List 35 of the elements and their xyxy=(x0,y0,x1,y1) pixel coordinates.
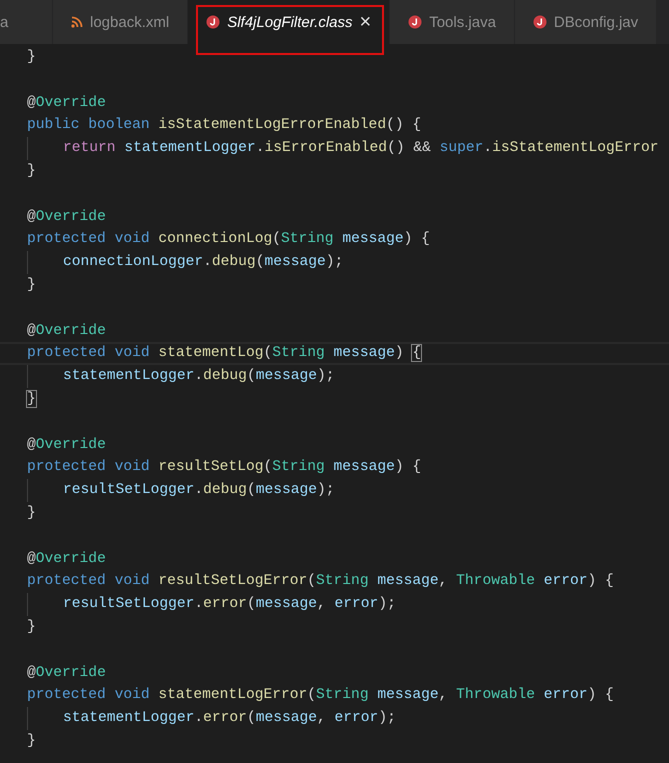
code-line: protected void connectionLog(String message) { xyxy=(26,230,431,250)
code-line: @Override xyxy=(26,94,107,113)
code-line: } xyxy=(26,618,37,637)
code-line: } xyxy=(26,162,37,181)
rss-feed-icon xyxy=(71,16,83,28)
code-line: @Override xyxy=(26,664,107,683)
code-line: @Override xyxy=(26,208,107,227)
editor-tab[interactable]: Slf4jLogFilter.class × xyxy=(188,0,390,44)
code-line: @Override xyxy=(26,436,107,455)
code-line: protected void statementLog(String message) { xyxy=(0,342,669,366)
java-file-icon xyxy=(532,15,547,29)
code-line: statementLogger.error(message, error); xyxy=(0,707,669,730)
code-line: protected void resultSetLog(String message) { xyxy=(26,458,422,478)
code-line: } xyxy=(26,48,37,67)
code-line: } xyxy=(26,732,37,751)
close-icon[interactable]: × xyxy=(360,12,372,32)
editor-tab[interactable]: Tools.java xyxy=(390,0,515,44)
code-line: resultSetLogger.debug(message); xyxy=(0,479,669,502)
code-line: protected void resultSetLogError(String message, Throwable error) { xyxy=(26,572,615,592)
editor-tab[interactable]: a xyxy=(0,0,53,44)
java-file-icon xyxy=(206,15,220,29)
code-line: } xyxy=(26,276,37,295)
code-line: connectionLogger.debug(message); xyxy=(0,251,669,274)
code-line: statementLogger.debug(message); xyxy=(0,365,669,388)
code-line: } xyxy=(26,390,37,409)
editor-tab[interactable]: logback.xml xyxy=(53,0,188,44)
code-line: resultSetLogger.error(message, error); xyxy=(0,593,669,616)
code-line: public boolean isStatementLogErrorEnabled() { xyxy=(26,116,422,136)
editor-tab[interactable]: DBconfig.jav xyxy=(514,0,658,44)
java-file-icon xyxy=(408,15,422,29)
code-line: protected void statementLogError(String message, Throwable error) { xyxy=(26,686,615,706)
code-line: } xyxy=(26,504,37,523)
code-line: return statementLogger.isErrorEnabled() && super.isStatementLogError xyxy=(0,137,669,160)
code-line: @Override xyxy=(26,550,107,569)
code-line: @Override xyxy=(26,322,107,341)
